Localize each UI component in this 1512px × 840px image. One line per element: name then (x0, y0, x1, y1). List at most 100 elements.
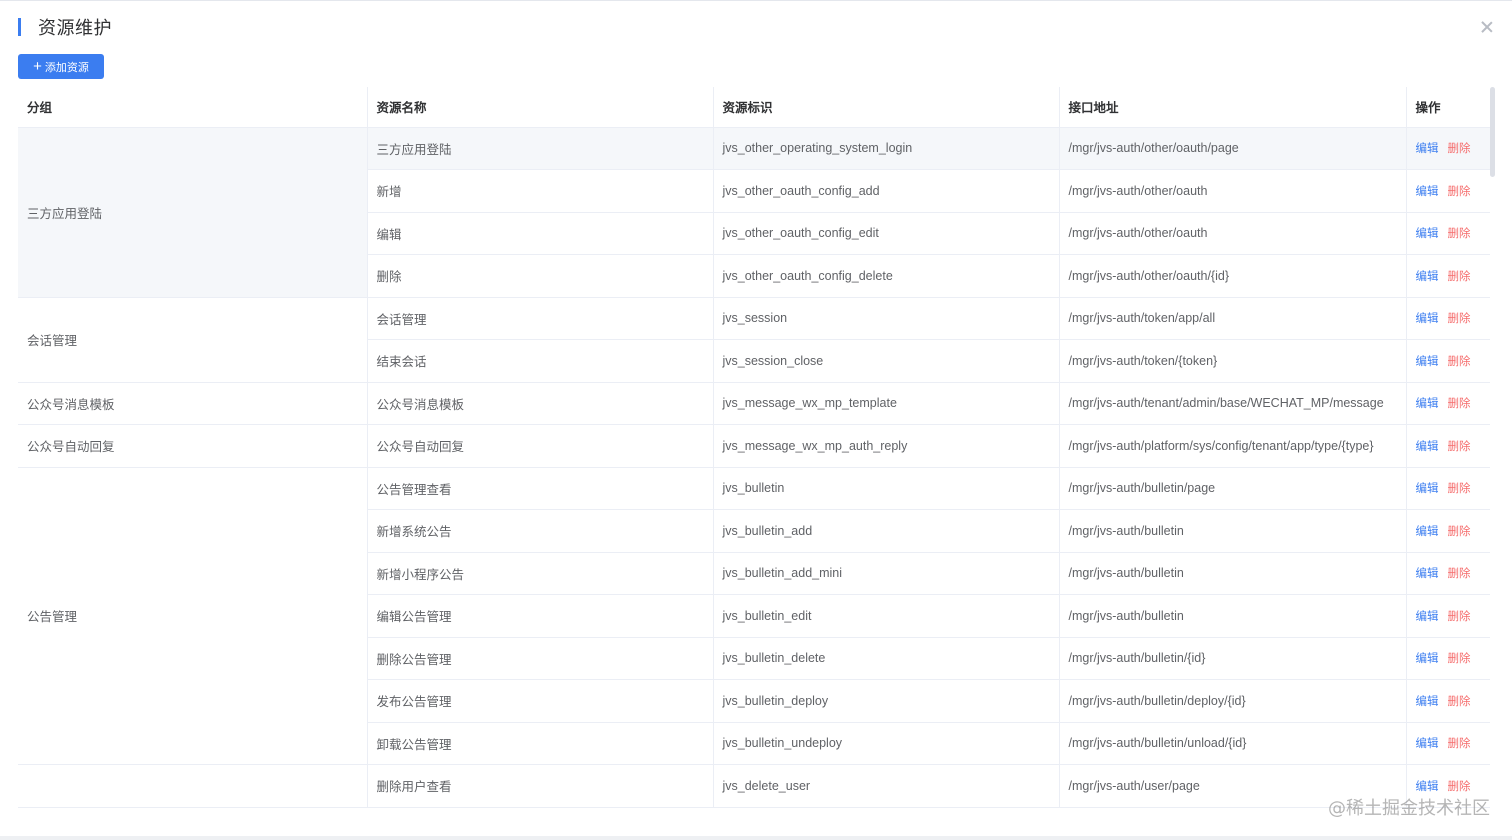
actions-cell: 编辑 删除 (1406, 339, 1490, 383)
actions-cell: 编辑 删除 (1406, 424, 1490, 468)
delete-link[interactable]: 删除 (1448, 271, 1471, 283)
bottom-divider (0, 836, 1512, 840)
actions-cell: 编辑 删除 (1406, 212, 1490, 255)
table-body: 三方应用登陆 三方应用登陆 jvs_other_operating_system_l… (18, 127, 1490, 808)
resource-name-cell: 三方应用登陆 (367, 127, 714, 170)
resource-url-cell: /mgr/jvs-auth/token/app/all (1059, 297, 1407, 340)
group-cell (18, 764, 368, 808)
delete-link[interactable]: 删除 (1448, 568, 1471, 580)
table-row: 三方应用登陆 三方应用登陆 jvs_other_operating_system_l… (18, 127, 1490, 298)
resource-code-cell: jvs_message_wx_mp_template (713, 382, 1060, 425)
resource-code-cell: jvs_other_oauth_config_edit (713, 212, 1060, 255)
resource-name-cell: 公告管理查看 (367, 467, 714, 510)
group-cell: 公告管理 (18, 467, 368, 765)
delete-link[interactable]: 删除 (1448, 143, 1471, 155)
edit-link[interactable]: 编辑 (1416, 441, 1439, 453)
resource-code-cell: jvs_bulletin_edit (713, 594, 1060, 638)
resource-name-cell: 删除 (367, 254, 714, 298)
column-header-group: 分组 (18, 87, 368, 128)
title-accent-bar (18, 18, 21, 36)
table-row: 删除用户查看 jvs_delete_user/mgr/jvs-auth/user/… (18, 764, 1490, 808)
edit-link[interactable]: 编辑 (1416, 271, 1439, 283)
group-cell: 公众号自动回复 (18, 424, 368, 468)
column-header-code: 资源标识 (713, 87, 1060, 128)
table-row: 会话管理 会话管理 jvs_session/mgr/jvs-auth/token/a… (18, 297, 1490, 383)
actions-cell: 编辑 删除 (1406, 637, 1490, 680)
edit-link[interactable]: 编辑 (1416, 696, 1439, 708)
edit-link[interactable]: 编辑 (1416, 398, 1439, 410)
delete-link[interactable]: 删除 (1448, 228, 1471, 240)
actions-cell: 编辑 删除 (1406, 127, 1490, 170)
resource-name-cell: 公众号消息模板 (367, 382, 714, 425)
resource-name-cell: 删除公告管理 (367, 637, 714, 680)
top-divider (0, 0, 1512, 1)
edit-link[interactable]: 编辑 (1416, 611, 1439, 623)
group-cell: 三方应用登陆 (18, 127, 368, 298)
resource-code-cell: jvs_bulletin_delete (713, 637, 1060, 680)
add-resource-label: 添加资源 (44, 61, 89, 74)
resource-name-cell: 新增系统公告 (367, 509, 714, 553)
resource-url-cell: /mgr/jvs-auth/bulletin/unload/{id} (1059, 722, 1407, 765)
column-header-name: 资源名称 (367, 87, 714, 128)
resource-code-cell: jvs_bulletin_deploy (713, 679, 1060, 723)
delete-link[interactable]: 删除 (1448, 611, 1471, 623)
resource-url-cell: /mgr/jvs-auth/bulletin (1059, 594, 1407, 638)
edit-link[interactable]: 编辑 (1416, 143, 1439, 155)
delete-link[interactable]: 删除 (1448, 653, 1471, 665)
actions-cell: 编辑 删除 (1406, 722, 1490, 765)
watermark: @稀土掘金技术社区 (1328, 798, 1490, 819)
delete-link[interactable]: 删除 (1448, 313, 1471, 325)
resource-code-cell: jvs_delete_user (713, 764, 1060, 808)
edit-link[interactable]: 编辑 (1416, 356, 1439, 368)
page-header: 资源维护 (18, 14, 112, 40)
resource-name-cell: 会话管理 (367, 297, 714, 340)
delete-link[interactable]: 删除 (1448, 738, 1471, 750)
resource-name-cell: 删除用户查看 (367, 764, 714, 808)
resource-name-cell: 公众号自动回复 (367, 424, 714, 468)
edit-link[interactable]: 编辑 (1416, 526, 1439, 538)
edit-link[interactable]: 编辑 (1416, 653, 1439, 665)
actions-cell: 编辑 删除 (1406, 679, 1490, 723)
vertical-scrollbar[interactable] (1490, 87, 1495, 177)
resource-code-cell: jvs_other_oauth_config_add (713, 169, 1060, 213)
edit-link[interactable]: 编辑 (1416, 313, 1439, 325)
edit-link[interactable]: 编辑 (1416, 186, 1439, 198)
resource-code-cell: jvs_other_operating_system_login (713, 127, 1060, 170)
delete-link[interactable]: 删除 (1448, 781, 1471, 793)
delete-link[interactable]: 删除 (1448, 186, 1471, 198)
close-icon[interactable] (1480, 20, 1494, 34)
delete-link[interactable]: 删除 (1448, 696, 1471, 708)
edit-link[interactable]: 编辑 (1416, 483, 1439, 495)
resource-url-cell: /mgr/jvs-auth/tenant/admin/base/WECHAT_M… (1059, 382, 1407, 425)
resource-table-container: 分组 资源名称 资源标识 接口地址 操作 三方应用登陆 三方应用登陆 jvs_oth… (18, 87, 1490, 813)
actions-cell: 编辑 删除 (1406, 169, 1490, 213)
actions-cell: 编辑 删除 (1406, 254, 1490, 298)
edit-link[interactable]: 编辑 (1416, 568, 1439, 580)
delete-link[interactable]: 删除 (1448, 483, 1471, 495)
actions-cell: 编辑 删除 (1406, 297, 1490, 340)
resource-url-cell: /mgr/jvs-auth/bulletin/page (1059, 467, 1407, 510)
delete-link[interactable]: 删除 (1448, 356, 1471, 368)
resource-code-cell: jvs_other_oauth_config_delete (713, 254, 1060, 298)
actions-cell: 编辑 删除 (1406, 552, 1490, 595)
edit-link[interactable]: 编辑 (1416, 738, 1439, 750)
resource-code-cell: jvs_session_close (713, 339, 1060, 383)
resource-name-cell: 发布公告管理 (367, 679, 714, 723)
resource-table: 分组 资源名称 资源标识 接口地址 操作 三方应用登陆 三方应用登陆 jvs_oth… (18, 87, 1490, 808)
delete-link[interactable]: 删除 (1448, 441, 1471, 453)
resource-code-cell: jvs_message_wx_mp_auth_reply (713, 424, 1060, 468)
table-row: 公众号消息模板 公众号消息模板 jvs_message_wx_mp_template… (18, 382, 1490, 425)
edit-link[interactable]: 编辑 (1416, 228, 1439, 240)
resource-url-cell: /mgr/jvs-auth/other/oauth/{id} (1059, 254, 1407, 298)
resource-url-cell: /mgr/jvs-auth/bulletin/{id} (1059, 637, 1407, 680)
table-header-row: 分组 资源名称 资源标识 接口地址 操作 (18, 87, 1490, 128)
plus-icon: + (33, 58, 42, 75)
resource-name-cell: 结束会话 (367, 339, 714, 383)
actions-cell: 编辑 删除 (1406, 509, 1490, 553)
edit-link[interactable]: 编辑 (1416, 781, 1439, 793)
resource-url-cell: /mgr/jvs-auth/bulletin (1059, 509, 1407, 553)
add-resource-button[interactable]: + 添加资源 (18, 54, 104, 79)
delete-link[interactable]: 删除 (1448, 526, 1471, 538)
resource-url-cell: /mgr/jvs-auth/token/{token} (1059, 339, 1407, 383)
delete-link[interactable]: 删除 (1448, 398, 1471, 410)
